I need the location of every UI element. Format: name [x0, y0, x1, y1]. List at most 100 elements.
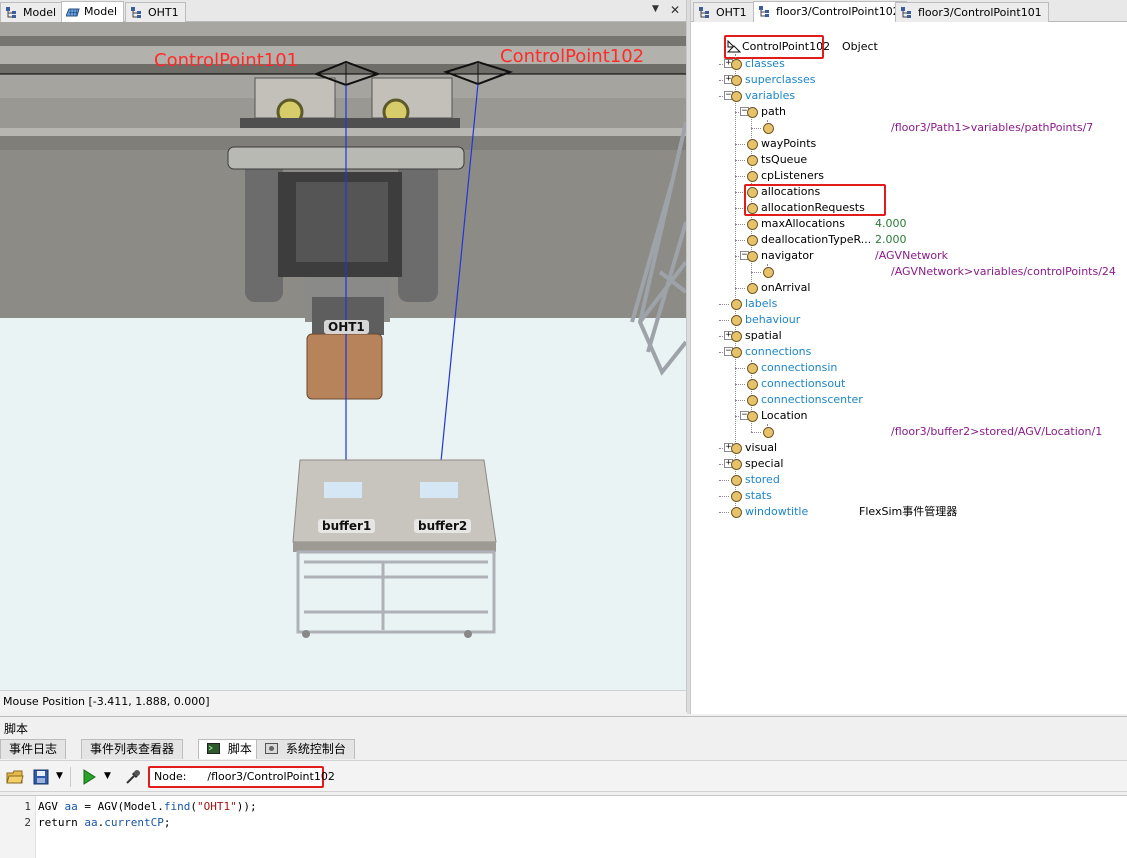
tree-item-onarrival[interactable]: onArrival	[691, 280, 1127, 296]
node-dot-icon	[747, 251, 758, 262]
tab-controlpoint102[interactable]: floor3/ControlPoint102	[753, 1, 907, 22]
tree-item-cplisteners[interactable]: cpListeners	[691, 168, 1127, 184]
tab-label: floor3/ControlPoint101	[918, 6, 1042, 19]
tree-item-location[interactable]: − Location	[691, 408, 1127, 424]
tab-model-3d[interactable]: Model	[61, 1, 125, 22]
node-dot-icon	[747, 187, 758, 198]
tree-item-value: /floor3/Path1>variables/pathPoints/7	[891, 121, 1094, 134]
tab-label: 系统控制台	[285, 742, 346, 756]
tree-item-windowtitle[interactable]: windowtitle FlexSim事件管理器	[691, 504, 1127, 520]
tree-item-label: tsQueue	[761, 153, 808, 166]
tab-event-log[interactable]: 事件日志	[0, 739, 67, 759]
tree-item-maxallocations[interactable]: maxAllocations 4.000	[691, 216, 1127, 232]
run-dropdown-icon[interactable]: ▼	[104, 771, 111, 781]
node-path-field[interactable]: Node: /floor3/ControlPoint102	[148, 766, 335, 788]
code-line-1[interactable]: AGV aa = AGV(Model.find("OHT1"));	[38, 800, 257, 813]
tab-label: 事件列表查看器	[90, 742, 175, 756]
tree-item-label: stored	[745, 473, 780, 486]
mouse-position-status: Mouse Position [-3.411, 1.888, 0.000]	[0, 690, 686, 712]
tree-item-connectionsin[interactable]: connectionsin	[691, 360, 1127, 376]
tree-item-label: connectionsin	[761, 361, 838, 374]
tree-item-label: superclasses	[745, 73, 816, 86]
tree-item-variables[interactable]: − variables	[691, 88, 1127, 104]
3d-viewport[interactable]: ControlPoint101 ControlPoint102 OHT1 buf…	[0, 22, 686, 690]
tree-view-panel: OHT1 floor3/ControlPoint102 floor3/Contr…	[690, 0, 1127, 714]
flexsim-window: Model Model OHT1 ▼ ✕ ControlPoint101 Con…	[0, 0, 1127, 858]
tree-item-allocationrequests[interactable]: allocationRequests	[691, 200, 1127, 216]
close-icon[interactable]: ✕	[670, 3, 680, 17]
buffer2-label: buffer2	[414, 519, 472, 533]
tree-item-navigator[interactable]: − navigator/AGVNetwork	[691, 248, 1127, 264]
save-dropdown-icon[interactable]: ▼	[56, 771, 63, 781]
tree-item-superclasses[interactable]: + superclasses	[691, 72, 1127, 88]
tree-item-connectionscenter[interactable]: connectionscenter	[691, 392, 1127, 408]
tree-icon	[131, 7, 141, 18]
tab-label: OHT1	[716, 6, 747, 19]
node-dot-icon	[763, 123, 774, 134]
node-dot-icon	[731, 443, 742, 454]
tab-event-list-viewer[interactable]: 事件列表查看器	[81, 739, 184, 759]
tree-item-stats[interactable]: stats	[691, 488, 1127, 504]
tab-controlpoint101[interactable]: floor3/ControlPoint101	[895, 2, 1049, 22]
node-dot-icon	[747, 171, 758, 182]
grid-3d-icon	[66, 8, 80, 17]
tab-label: 事件日志	[9, 742, 58, 756]
tree-item-path[interactable]: − path	[691, 104, 1127, 120]
eyedropper-icon[interactable]	[124, 768, 142, 786]
tree-item-value[interactable]: /floor3/buffer2>stored/AGV/Location/1	[691, 424, 1127, 440]
tree-item-label: Location	[761, 409, 808, 422]
tab-oht1-tree[interactable]: OHT1	[693, 2, 754, 22]
tree-item-connectionsout[interactable]: connectionsout	[691, 376, 1127, 392]
console-gear-icon	[265, 743, 278, 754]
tree-item-labels[interactable]: labels	[691, 296, 1127, 312]
code-line-2[interactable]: return aa.currentCP;	[38, 816, 170, 829]
tree-item-spatial[interactable]: + spatial	[691, 328, 1127, 344]
tree-item-waypoints[interactable]: wayPoints	[691, 136, 1127, 152]
oht1-label: OHT1	[324, 320, 369, 334]
node-dot-icon	[747, 363, 758, 374]
model-view-panel: Model Model OHT1 ▼ ✕ ControlPoint101 Con…	[0, 0, 687, 712]
tree-item-visual[interactable]: + visual	[691, 440, 1127, 456]
tree-item-tsqueue[interactable]: tsQueue	[691, 152, 1127, 168]
tree-item-deallocationtyper[interactable]: deallocationTypeR... 2.000	[691, 232, 1127, 248]
node-dot-icon	[747, 411, 758, 422]
node-dot-icon	[747, 379, 758, 390]
tree-item-value[interactable]: /AGVNetwork>variables/controlPoints/24	[691, 264, 1127, 280]
root-type: Object	[842, 40, 878, 53]
tree-item-label: connections	[745, 345, 812, 358]
tree-item-value[interactable]: /floor3/Path1>variables/pathPoints/7	[691, 120, 1127, 136]
save-icon[interactable]	[32, 768, 50, 786]
node-dot-icon	[763, 427, 774, 438]
node-dot-icon	[731, 315, 742, 326]
tree-icon	[699, 7, 709, 18]
tree-item-label: visual	[745, 441, 778, 454]
tree-item-label: variables	[745, 89, 796, 102]
open-folder-icon[interactable]	[6, 768, 24, 786]
tab-list-dropdown-icon[interactable]: ▼	[652, 4, 659, 14]
tree-item-connections[interactable]: − connections	[691, 344, 1127, 360]
tree-item-special[interactable]: + special	[691, 456, 1127, 472]
root-label: ControlPoint102	[742, 40, 831, 53]
tree-item-allocations[interactable]: allocations	[691, 184, 1127, 200]
object-node-icon	[727, 40, 741, 53]
tab-oht1[interactable]: OHT1	[125, 2, 186, 22]
script-toolbar: ▼ ▼ Node: /floor3/ControlPoint102	[0, 760, 1127, 792]
script-console-icon	[207, 743, 220, 754]
tree-item-stored[interactable]: stored	[691, 472, 1127, 488]
tab-system-console[interactable]: 系统控制台	[256, 739, 355, 759]
tab-label: OHT1	[148, 6, 179, 19]
tree-item-label: labels	[745, 297, 778, 310]
script-editor[interactable]: 1 2 AGV aa = AGV(Model.find("OHT1")); re…	[0, 795, 1127, 858]
tree-item-behaviour[interactable]: behaviour	[691, 312, 1127, 328]
line-number-gutter: 1 2	[0, 796, 36, 858]
script-panel: 脚本 事件日志 事件列表查看器 脚本 系统控制台 ▼ ▼ Node: /floo…	[0, 716, 1127, 858]
tree-item-classes[interactable]: + classes	[691, 56, 1127, 72]
run-play-icon[interactable]	[80, 768, 98, 786]
tab-model-tree[interactable]: Model	[0, 2, 64, 22]
tab-script[interactable]: 脚本	[198, 739, 261, 759]
tree-item-value: 2.000	[875, 233, 907, 246]
tree-item-label: navigator	[761, 249, 814, 262]
control-point-102-label: ControlPoint102	[500, 46, 645, 67]
node-path-value: /floor3/ControlPoint102	[207, 770, 335, 783]
node-dot-icon	[747, 155, 758, 166]
